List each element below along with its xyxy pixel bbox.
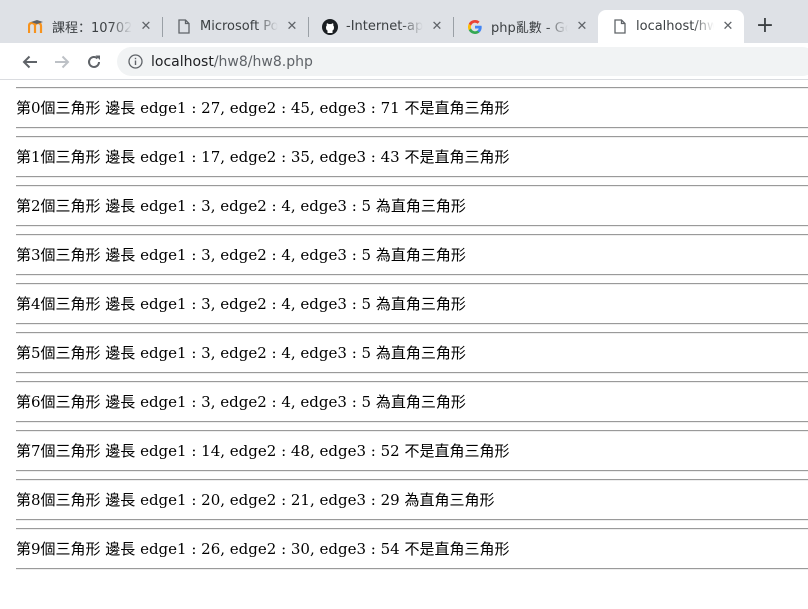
arrow-left-icon bbox=[22, 55, 37, 69]
tab-strip: 課程：10702-0 ✕ Microsoft Pow ✕ -Internet-a… bbox=[0, 0, 808, 43]
reload-button[interactable] bbox=[81, 49, 107, 75]
reload-icon bbox=[88, 55, 100, 68]
result-line-1: 第1個三角形 邊長 edge1 : 17, edge2 : 35, edge3 … bbox=[16, 148, 510, 166]
horizontal-rule bbox=[16, 568, 808, 570]
back-button[interactable] bbox=[17, 49, 43, 75]
close-icon[interactable]: ✕ bbox=[574, 19, 590, 35]
url-path: /hw8/hw8.php bbox=[213, 53, 313, 70]
close-icon[interactable]: ✕ bbox=[284, 19, 300, 35]
google-icon bbox=[467, 19, 483, 35]
address-bar[interactable]: localhost/hw8/hw8.php bbox=[117, 47, 808, 76]
result-line-5: 第5個三角形 邊長 edge1 : 3, edge2 : 4, edge3 : … bbox=[16, 344, 466, 362]
forward-button[interactable] bbox=[49, 49, 75, 75]
result-line-4: 第4個三角形 邊長 edge1 : 3, edge2 : 4, edge3 : … bbox=[16, 295, 466, 313]
tab-google[interactable]: php亂數 - Goo ✕ bbox=[453, 10, 598, 43]
tab-microsoft[interactable]: Microsoft Pow ✕ bbox=[162, 10, 308, 43]
result-line-6: 第6個三角形 邊長 edge1 : 3, edge2 : 4, edge3 : … bbox=[16, 393, 466, 411]
close-icon[interactable]: ✕ bbox=[720, 19, 736, 35]
tab-localhost[interactable]: localhost/hw8 ✕ bbox=[598, 10, 744, 43]
page-icon bbox=[176, 19, 192, 35]
browser-toolbar: localhost/hw8/hw8.php bbox=[0, 43, 808, 80]
new-tab-button[interactable]: + bbox=[752, 14, 778, 40]
arrow-right-icon bbox=[55, 55, 70, 69]
result-line-2: 第2個三角形 邊長 edge1 : 3, edge2 : 4, edge3 : … bbox=[16, 197, 466, 215]
result-line-7: 第7個三角形 邊長 edge1 : 14, edge2 : 48, edge3 … bbox=[16, 442, 510, 460]
moodle-icon bbox=[28, 19, 44, 35]
page-content: 第0個三角形 邊長 edge1 : 27, edge2 : 45, edge3 … bbox=[16, 80, 808, 570]
page-icon bbox=[612, 19, 628, 35]
result-line-9: 第9個三角形 邊長 edge1 : 26, edge2 : 30, edge3 … bbox=[16, 540, 510, 558]
url-host: localhost bbox=[151, 53, 214, 70]
result-line-3: 第3個三角形 邊長 edge1 : 3, edge2 : 4, edge3 : … bbox=[16, 246, 466, 264]
close-icon[interactable]: ✕ bbox=[138, 19, 154, 35]
tab-course[interactable]: 課程：10702-0 ✕ bbox=[14, 10, 162, 43]
close-icon[interactable]: ✕ bbox=[429, 19, 445, 35]
tab-github[interactable]: -Internet-appl ✕ bbox=[308, 10, 453, 43]
result-line-8: 第8個三角形 邊長 edge1 : 20, edge2 : 21, edge3 … bbox=[16, 491, 495, 509]
github-icon bbox=[322, 18, 338, 35]
info-icon[interactable] bbox=[127, 54, 143, 70]
result-line-0: 第0個三角形 邊長 edge1 : 27, edge2 : 45, edge3 … bbox=[16, 99, 510, 117]
